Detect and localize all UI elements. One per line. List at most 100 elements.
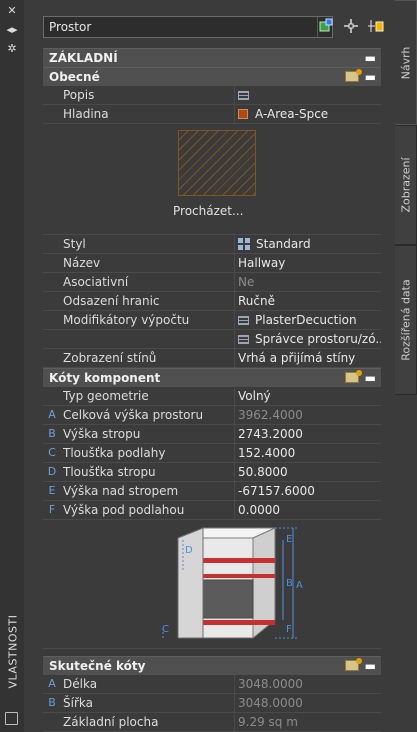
collapse-icon[interactable]: ▬ (365, 369, 376, 388)
property-value[interactable]: Standard (238, 235, 381, 253)
property-row-style[interactable]: Styl Standard (43, 235, 381, 254)
object-type-dropdown[interactable]: Prostor ▼ (43, 16, 333, 38)
property-value[interactable]: 50.8000 (238, 463, 381, 481)
property-value[interactable]: -67157.6000 (238, 482, 381, 500)
crosshair-icon[interactable] (342, 17, 360, 35)
property-value[interactable]: Hallway (238, 254, 381, 272)
property-label: Délka (63, 675, 235, 693)
property-row-floor-thickness[interactable]: C Tloušťka podlahy 152.4000 (43, 444, 381, 463)
ceiling-line (203, 574, 275, 578)
style-icon (238, 238, 250, 250)
diagram-label-c: C (162, 624, 169, 635)
auto-hide-icon[interactable]: ◂▸ (5, 24, 19, 36)
property-label: Typ geometrie (63, 387, 235, 405)
dimension-letter: A (48, 677, 56, 690)
section-title: Skutečné kóty (49, 659, 146, 673)
list-icon (238, 335, 249, 344)
diagram-label-e: E (286, 534, 292, 545)
close-icon[interactable]: ✕ (5, 5, 19, 17)
property-row-description[interactable]: Popis (43, 86, 381, 105)
property-row-space-manager[interactable]: Správce prostoru/zó... (43, 330, 381, 349)
dimension-letter: D (47, 465, 57, 478)
layer-color-swatch (238, 109, 248, 119)
section-title: Kóty komponent (49, 371, 161, 385)
diagram-label-d: D (185, 545, 193, 556)
space-dimension-diagram: C D E B A F (162, 527, 303, 640)
tab-display[interactable]: Zobrazení (395, 125, 417, 245)
quick-properties-icon[interactable] (345, 69, 362, 82)
collapse-icon[interactable]: ▬ (365, 68, 376, 87)
property-label (63, 330, 235, 348)
property-value[interactable]: A-Area-Spce (238, 105, 381, 123)
property-value[interactable] (238, 86, 381, 104)
property-row-ceiling-thickness[interactable]: D Tloušťka stropu 50.8000 (43, 463, 381, 482)
property-label: Tloušťka podlahy (63, 444, 235, 462)
tab-label: Rozšířená data (399, 279, 412, 361)
property-label: Modifikátory výpočtu (63, 311, 235, 329)
property-row-layer[interactable]: Hladina A-Area-Spce (43, 105, 381, 124)
property-row-ceiling-height[interactable]: B Výška stropu 2743.2000 (43, 425, 381, 444)
palette-menu-icon[interactable] (5, 712, 18, 725)
property-label: Popis (63, 86, 235, 104)
palette-tabs: Návrh Zobrazení Rozšířená data (395, 0, 417, 732)
dimension-letter: F (48, 503, 56, 516)
quick-properties-icon[interactable] (345, 658, 362, 671)
palette-title-bar[interactable]: ✕ ◂▸ ✲ VLASTNOSTI (0, 0, 25, 732)
property-row-associative: Asociativní Ne (43, 273, 381, 292)
property-value[interactable]: 2743.2000 (238, 425, 381, 443)
property-value[interactable]: PlasterDecuction (238, 311, 381, 329)
section-header-general[interactable]: Obecné ▬ (43, 67, 381, 86)
property-row-length: A Délka 3048.0000 (43, 675, 381, 694)
collapse-icon[interactable]: ▬ (365, 657, 376, 676)
hatch-preview (178, 130, 256, 196)
property-value[interactable]: 152.4000 (238, 444, 381, 462)
property-value[interactable]: Správce prostoru/zó... (238, 330, 381, 348)
section-title: ZÁKLADNÍ (49, 51, 118, 65)
collapse-icon[interactable]: ▬ (365, 49, 376, 68)
dimension-letter: A (48, 408, 56, 421)
section-header-component-dimensions[interactable]: Kóty komponent ▬ (43, 368, 381, 387)
gear-icon[interactable]: ✲ (5, 43, 19, 55)
select-objects-icon[interactable] (367, 17, 385, 35)
dimension-letter: B (48, 427, 56, 440)
section-header-basic[interactable]: ZÁKLADNÍ ▬ (43, 48, 381, 67)
property-row-base-area: Základní plocha 9.29 sq m (43, 713, 381, 732)
style-preview-row: Procházet... (43, 124, 381, 235)
property-row-height-below-floor[interactable]: F Výška pod podlahou 0.0000 (43, 501, 381, 520)
properties-palette: Prostor ▼ ZÁKLADNÍ ▬ Obecné ▬ Popis (24, 0, 395, 732)
property-label: Zobrazení stínů (63, 349, 235, 367)
property-value[interactable]: Vrhá a přijímá stíny (238, 349, 381, 367)
property-value[interactable]: Volný (238, 387, 381, 405)
ceiling-slab (203, 558, 275, 563)
property-value: 3048.0000 (238, 677, 303, 691)
tab-extended-data[interactable]: Rozšířená data (395, 245, 417, 395)
property-value[interactable]: Ručně (238, 292, 381, 310)
property-label: Výška pod podlahou (63, 501, 235, 519)
property-row-boundary-offset[interactable]: Odsazení hranic Ručně (43, 292, 381, 311)
property-label: Celková výška prostoru (63, 406, 235, 424)
property-label: Styl (63, 235, 235, 253)
diagram-label-a: A (296, 580, 303, 591)
dimension-letter: C (48, 446, 56, 459)
list-icon (238, 316, 249, 325)
tab-label: Zobrazení (399, 157, 412, 213)
property-row-calc-modifiers[interactable]: Modifikátory výpočtu PlasterDecuction (43, 311, 381, 330)
diagram-label-b: B (286, 578, 293, 589)
quick-select-icon[interactable] (317, 17, 335, 35)
property-value: 9.29 sq m (238, 715, 298, 729)
property-row-geometry-type[interactable]: Typ geometrie Volný (43, 387, 381, 406)
property-value: 3962.4000 (238, 408, 303, 422)
property-label: Asociativní (63, 273, 235, 291)
text-box-icon[interactable] (238, 91, 249, 100)
palette-title: VLASTNOSTI (6, 614, 20, 689)
tab-design[interactable]: Návrh (395, 0, 417, 125)
property-value[interactable]: 0.0000 (238, 501, 381, 519)
property-label: Výška nad stropem (63, 482, 235, 500)
property-row-height-above-ceiling[interactable]: E Výška nad stropem -67157.6000 (43, 482, 381, 501)
property-row-name[interactable]: Název Hallway (43, 254, 381, 273)
property-row-shadow-display[interactable]: Zobrazení stínů Vrhá a přijímá stíny (43, 349, 381, 368)
section-header-actual-dimensions[interactable]: Skutečné kóty ▬ (43, 656, 381, 675)
property-label: Hladina (63, 105, 235, 123)
quick-properties-icon[interactable] (345, 370, 362, 383)
browse-button[interactable]: Procházet... (173, 204, 243, 218)
